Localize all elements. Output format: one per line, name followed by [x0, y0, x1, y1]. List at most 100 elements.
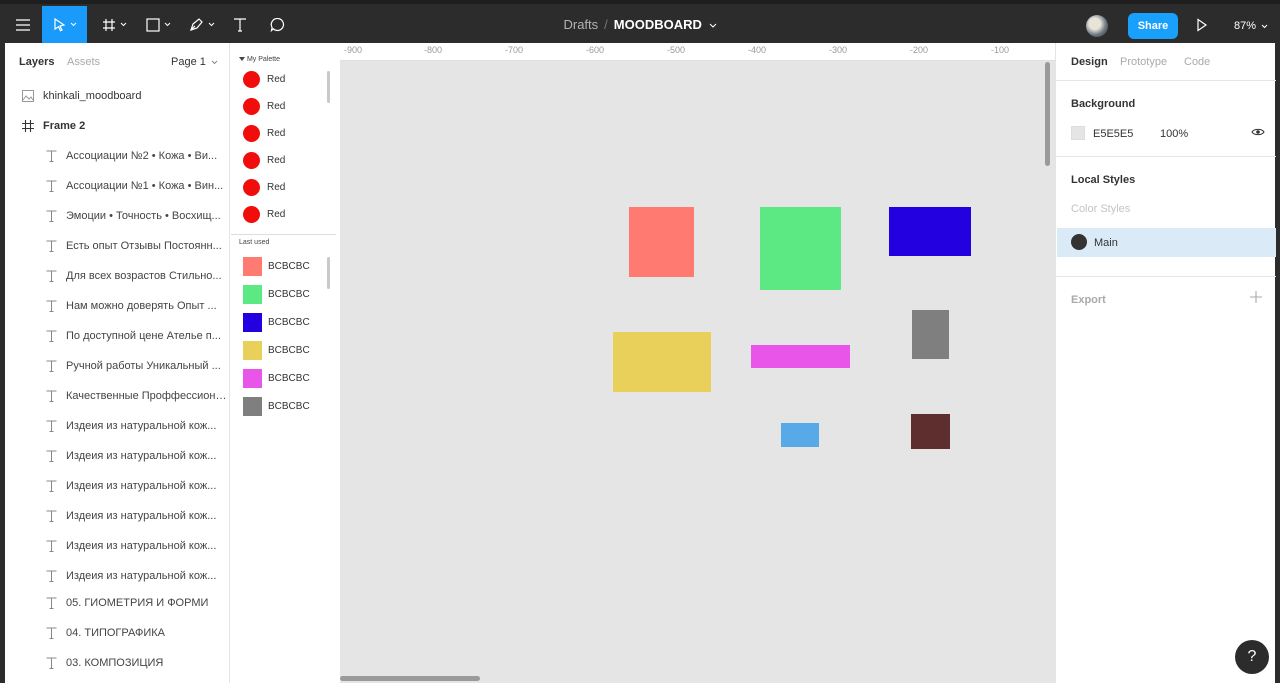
last-used-color[interactable]: BCBCBC [243, 256, 310, 276]
tab-code[interactable]: Code [1184, 56, 1210, 68]
file-name[interactable]: MOODBOARD [614, 17, 702, 32]
tab-design[interactable]: Design [1071, 56, 1108, 68]
layer-row[interactable]: Ассоциации №1 • Кожа • Вин... [5, 171, 230, 201]
zoom-menu[interactable]: 87% [1234, 20, 1268, 32]
layer-row[interactable]: Издеия из натуральной кож... [5, 531, 230, 561]
background-hex-input[interactable]: E5E5E5 [1093, 128, 1133, 140]
canvas-horizontal-scrollbar[interactable] [340, 676, 480, 681]
layer-label: Качественные Проффессиона... [66, 390, 230, 402]
eye-icon[interactable] [1251, 127, 1265, 137]
layer-row[interactable]: 05. ГИОМЕТРИЯ И ФОРМИ [5, 588, 230, 618]
present-button[interactable] [1196, 18, 1208, 35]
brown-rectangle[interactable] [911, 414, 950, 449]
layer-row[interactable]: Есть опыт Отзывы Постоянн... [5, 231, 230, 261]
layers-panel-header: Layers Assets Page 1 [5, 43, 230, 81]
layer-label: Ассоциации №2 • Кожа • Ви... [66, 150, 218, 162]
last-used-scrollbar[interactable] [327, 257, 330, 289]
magenta-rectangle[interactable] [751, 345, 850, 368]
layer-label: Издеия из натуральной кож... [66, 480, 217, 492]
chevron-down-icon[interactable] [709, 23, 717, 29]
last-used-color[interactable]: BCBCBC [243, 312, 310, 332]
text-layer-icon [44, 419, 58, 433]
light-blue-rectangle[interactable] [781, 423, 819, 447]
layer-row[interactable]: Издеия из натуральной кож... [5, 411, 230, 441]
layer-row[interactable]: Издеия из натуральной кож... [5, 561, 230, 591]
color-swatch [243, 340, 262, 360]
add-export-button[interactable] [1250, 290, 1262, 308]
color-style-main[interactable]: Main [1057, 228, 1276, 257]
coral-rectangle[interactable] [629, 207, 694, 277]
layer-row-page[interactable]: khinkali_moodboard [5, 81, 230, 111]
layer-label: Ассоциации №1 • Кожа • Вин... [66, 180, 224, 192]
green-rectangle[interactable] [760, 207, 841, 290]
text-layer-icon [44, 509, 58, 523]
last-used-color[interactable]: BCBCBC [243, 368, 310, 388]
share-button[interactable]: Share [1128, 13, 1178, 39]
page-name: Page 1 [171, 56, 206, 68]
text-layer-icon [44, 569, 58, 583]
layer-row[interactable]: Ручной работы Уникальный ... [5, 351, 230, 381]
color-label: BCBCBC [268, 344, 310, 356]
layer-row[interactable]: Издеия из натуральной кож... [5, 501, 230, 531]
layer-row[interactable]: Эмоции • Точность • Восхищ... [5, 201, 230, 231]
style-swatch [1071, 234, 1087, 250]
text-layer-icon [44, 269, 58, 283]
layer-row[interactable]: Качественные Проффессиона... [5, 381, 230, 411]
layer-row[interactable]: Ассоциации №2 • Кожа • Ви... [5, 141, 230, 171]
canvas[interactable]: -900 -800 -700 -600 -500 -400 -300 -200 … [340, 43, 1055, 683]
background-swatch[interactable] [1071, 126, 1085, 140]
ruler-tick: -900 [343, 45, 363, 55]
palette-color[interactable]: Red [243, 70, 285, 88]
palette-color[interactable]: Red [243, 97, 285, 115]
layer-row[interactable]: Издеия из натуральной кож... [5, 441, 230, 471]
palette-color[interactable]: Red [243, 205, 285, 223]
yellow-rectangle[interactable] [613, 332, 711, 392]
avatar[interactable] [1086, 15, 1108, 37]
tab-prototype[interactable]: Prototype [1120, 56, 1167, 68]
gray-rectangle[interactable] [912, 310, 949, 359]
text-layer-icon [44, 449, 58, 463]
breadcrumb-drafts[interactable]: Drafts [563, 17, 598, 32]
divider [1056, 156, 1276, 157]
color-swatch [243, 151, 260, 169]
blue-rectangle[interactable] [889, 207, 971, 256]
layer-row[interactable]: 03. КОМПОЗИЦИЯ [5, 648, 230, 678]
canvas-vertical-scrollbar[interactable] [1045, 62, 1050, 166]
layer-label: Для всех возрастов Стильно... [66, 270, 222, 282]
horizontal-ruler: -900 -800 -700 -600 -500 -400 -300 -200 … [340, 43, 1055, 61]
text-layer-icon [44, 209, 58, 223]
text-layer-icon [44, 299, 58, 313]
tab-layers[interactable]: Layers [19, 56, 54, 68]
frame-icon [21, 119, 35, 133]
layer-label: Издеия из натуральной кож... [66, 570, 217, 582]
background-opacity-input[interactable]: 100% [1160, 128, 1188, 140]
layer-row[interactable]: Нам можно доверять Опыт ... [5, 291, 230, 321]
color-label: BCBCBC [268, 260, 310, 272]
color-swatch [243, 205, 260, 223]
page-selector[interactable]: Page 1 [171, 56, 218, 68]
play-icon [1197, 18, 1208, 32]
help-button[interactable]: ? [1235, 640, 1269, 674]
my-palette-header[interactable]: My Palette [239, 56, 280, 63]
layer-row[interactable]: 04. ТИПОГРАФИКА [5, 618, 230, 648]
color-label: BCBCBC [268, 316, 310, 328]
ruler-tick: -100 [990, 45, 1010, 55]
palette-color[interactable]: Red [243, 151, 285, 169]
ruler-tick: -500 [666, 45, 686, 55]
layer-label: Эмоции • Точность • Восхищ... [66, 210, 221, 222]
layer-row[interactable]: Издеия из натуральной кож... [5, 471, 230, 501]
palette-color[interactable]: Red [243, 124, 285, 142]
color-swatch [243, 178, 260, 196]
color-swatch [243, 396, 262, 416]
layer-row[interactable]: Для всех возрастов Стильно... [5, 261, 230, 291]
last-used-color[interactable]: BCBCBC [243, 340, 310, 360]
layer-row[interactable]: По доступной цене Ателье п... [5, 321, 230, 351]
last-used-color[interactable]: BCBCBC [243, 396, 310, 416]
palette-scrollbar[interactable] [327, 71, 330, 103]
text-layer-icon [44, 149, 58, 163]
layer-row-frame[interactable]: Frame 2 [5, 111, 230, 141]
layer-label: Издеия из натуральной кож... [66, 540, 217, 552]
last-used-color[interactable]: BCBCBC [243, 284, 310, 304]
palette-color[interactable]: Red [243, 178, 285, 196]
tab-assets[interactable]: Assets [67, 56, 100, 68]
